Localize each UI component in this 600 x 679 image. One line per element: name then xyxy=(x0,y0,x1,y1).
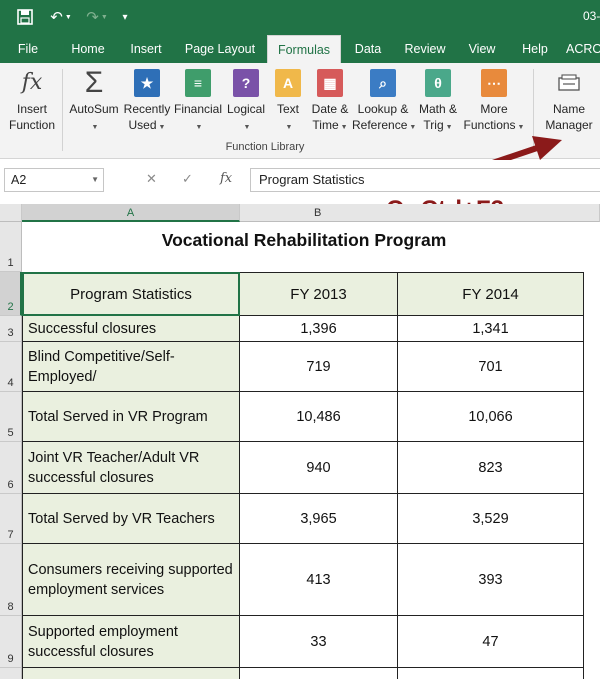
insert-function-icon[interactable]: fx xyxy=(220,171,232,186)
table-row-label[interactable]: Joint VR Teacher/Adult VR successful clo… xyxy=(22,442,240,494)
cell-a2[interactable]: Program Statistics xyxy=(22,272,240,316)
tab-review[interactable]: Review xyxy=(400,35,450,63)
tab-data[interactable]: Data xyxy=(350,35,386,63)
question-book-icon: ? xyxy=(233,69,259,97)
table-cell-fy2014[interactable] xyxy=(398,668,584,679)
cancel-icon[interactable]: ✕ xyxy=(146,171,157,187)
name-manager-button[interactable]: Name Manager xyxy=(540,67,598,139)
formula-input[interactable]: Program Statistics xyxy=(250,168,600,192)
ribbon: fx Insert Function Σ AutoSum ▼ ★ Recentl… xyxy=(0,63,600,159)
table-row-label[interactable] xyxy=(22,668,240,679)
table-cell-fy2013[interactable] xyxy=(240,668,398,679)
calendar-book-icon: ▦ xyxy=(317,69,343,97)
financial-button[interactable]: ≡ Financial ▼ xyxy=(172,67,224,139)
cell-c2[interactable]: FY 2014 xyxy=(398,272,584,316)
table-cell-fy2013[interactable]: 413 xyxy=(240,544,398,616)
select-all-corner[interactable] xyxy=(0,204,22,222)
column-header-b[interactable]: B xyxy=(240,204,600,222)
table-cell-fy2013[interactable]: 33 xyxy=(240,616,398,668)
theta-book-icon: θ xyxy=(425,69,451,97)
row-header-9[interactable]: 9 xyxy=(0,616,22,668)
table-cell-fy2014[interactable]: 823 xyxy=(398,442,584,494)
name-box-dropdown-icon[interactable]: ▼ xyxy=(91,169,99,191)
coins-book-icon: ≡ xyxy=(185,69,211,97)
tab-help[interactable]: Help xyxy=(516,35,554,63)
tab-page-layout[interactable]: Page Layout xyxy=(182,35,258,63)
document-title: 03- xyxy=(583,9,600,23)
fx-icon: fx xyxy=(21,70,43,95)
table-cell-fy2014[interactable]: 393 xyxy=(398,544,584,616)
customize-qat-icon[interactable]: ▾ xyxy=(118,6,132,28)
table-row-label[interactable]: Total Served in VR Program xyxy=(22,392,240,442)
worksheet-grid: A B 1 2 3 4 5 6 7 8 9 Program Statistics… xyxy=(0,204,600,679)
table-cell-fy2014[interactable]: 1,341 xyxy=(398,316,584,342)
save-icon[interactable] xyxy=(14,6,36,28)
row-header-8[interactable]: 8 xyxy=(0,544,22,616)
enter-icon[interactable]: ✓ xyxy=(182,171,193,187)
more-functions-button[interactable]: ⋯ More Functions ▼ xyxy=(462,67,526,139)
row-header-2[interactable]: 2 xyxy=(0,272,22,316)
sigma-icon: Σ xyxy=(84,66,104,99)
name-box[interactable]: A2 ▼ xyxy=(4,168,104,192)
row-header-1[interactable]: 1 xyxy=(0,222,22,272)
formula-bar: A2 ▼ ✕ ✓ fx Program Statistics xyxy=(0,160,600,204)
tab-formulas[interactable]: Formulas xyxy=(267,35,341,63)
table-cell-fy2013[interactable]: 1,396 xyxy=(240,316,398,342)
table-cell-fy2014[interactable]: 3,529 xyxy=(398,494,584,544)
row-header-10[interactable] xyxy=(0,668,22,679)
redo-icon[interactable]: ↷ ▼ xyxy=(84,6,110,28)
tab-home[interactable]: Home xyxy=(64,35,112,63)
table-cell-fy2013[interactable]: 719 xyxy=(240,342,398,392)
letter-a-book-icon: A xyxy=(275,69,301,97)
table-row-label[interactable]: Blind Competitive/Self-Employed/ xyxy=(22,342,240,392)
lookup-reference-button[interactable]: ⌕ Lookup & Reference ▼ xyxy=(352,67,416,139)
math-trig-button[interactable]: θ Math & Trig ▼ xyxy=(414,67,462,139)
ribbon-tabs: File Home Insert Page Layout Formulas Da… xyxy=(0,35,600,63)
table-row-label[interactable]: Successful closures xyxy=(22,316,240,342)
sheet-title: Vocational Rehabilitation Program xyxy=(161,230,447,250)
table-cell-fy2013[interactable]: 940 xyxy=(240,442,398,494)
column-header-a[interactable]: A xyxy=(22,204,240,222)
date-time-button[interactable]: ▦ Date & Time ▼ xyxy=(308,67,352,139)
row-header-6[interactable]: 6 xyxy=(0,442,22,494)
row-header-3[interactable]: 3 xyxy=(0,316,22,342)
table-cell-fy2014[interactable]: 701 xyxy=(398,342,584,392)
table-row-label[interactable]: Supported employment successful closures xyxy=(22,616,240,668)
row-header-4[interactable]: 4 xyxy=(0,342,22,392)
tab-insert[interactable]: Insert xyxy=(124,35,168,63)
recently-used-button[interactable]: ★ Recently Used ▼ xyxy=(122,67,172,139)
text-functions-button[interactable]: A Text ▼ xyxy=(270,67,306,139)
tab-acrobat[interactable]: ACRO xyxy=(566,35,600,63)
table-cell-fy2013[interactable]: 10,486 xyxy=(240,392,398,442)
row-header-7[interactable]: 7 xyxy=(0,494,22,544)
undo-icon[interactable]: ↶ ▼ xyxy=(46,6,76,28)
cell-b2[interactable]: FY 2013 xyxy=(240,272,398,316)
more-book-icon: ⋯ xyxy=(481,69,507,97)
table-row-label[interactable]: Total Served by VR Teachers xyxy=(22,494,240,544)
insert-function-button[interactable]: fx Insert Function xyxy=(4,67,60,139)
table-cell-fy2013[interactable]: 3,965 xyxy=(240,494,398,544)
tab-file[interactable]: File xyxy=(10,35,46,63)
table-cell-fy2014[interactable]: 47 xyxy=(398,616,584,668)
title-bar: ↶ ▼ ↷ ▼ ▾ 03- xyxy=(0,0,600,35)
autosum-button[interactable]: Σ AutoSum ▼ xyxy=(66,67,122,139)
logical-button[interactable]: ? Logical ▼ xyxy=(224,67,268,139)
star-book-icon: ★ xyxy=(134,69,160,97)
function-library-group-label: Function Library xyxy=(225,141,305,153)
row-header-5[interactable]: 5 xyxy=(0,392,22,442)
tab-view[interactable]: View xyxy=(462,35,502,63)
table-cell-fy2014[interactable]: 10,066 xyxy=(398,392,584,442)
name-tag-icon xyxy=(556,69,582,97)
magnifier-book-icon: ⌕ xyxy=(370,69,396,97)
table-row-label[interactable]: Consumers receiving supported employment… xyxy=(22,544,240,616)
